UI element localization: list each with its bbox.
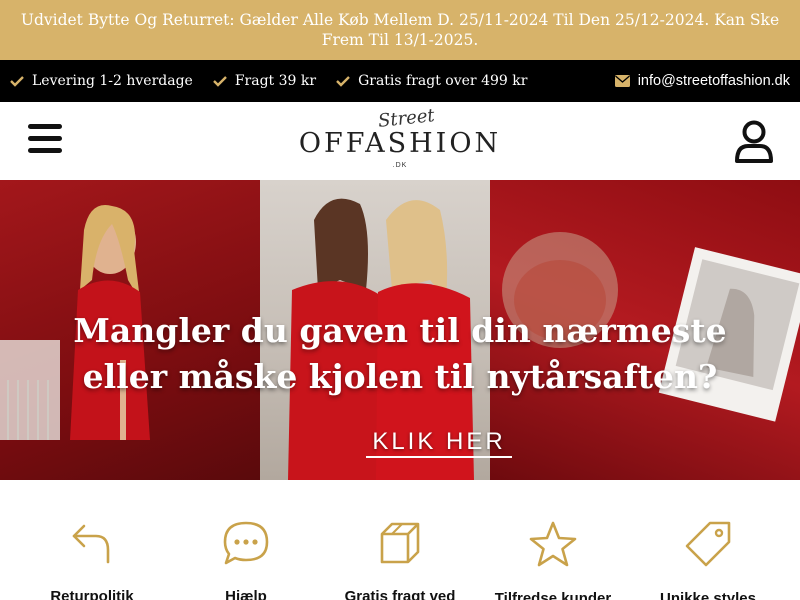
email-link[interactable]: info@streetoffashion.dk <box>614 73 790 89</box>
hero-banner[interactable]: Mangler du gaven til din nærmeste eller … <box>0 180 800 480</box>
usp-bar: Levering 1-2 hverdage Fragt 39 kr Gratis… <box>0 60 800 102</box>
announcement-bar: Udvidet Bytte Og Returret: Gælder Alle K… <box>0 0 800 60</box>
logo-main: OFFASHION <box>298 128 502 159</box>
mail-icon <box>614 75 630 87</box>
hero-headline-line2: eller måske kjolen til nytårsaften? <box>82 357 718 396</box>
feature-happy-customers[interactable]: Tilfredse kunder <box>477 520 629 600</box>
user-account-icon[interactable] <box>734 120 774 164</box>
return-icon <box>72 524 110 564</box>
chat-icon <box>223 521 269 565</box>
email-text: info@streetoffashion.dk <box>637 73 790 89</box>
check-icon <box>336 76 350 87</box>
logo-suffix: .DK <box>392 162 408 169</box>
feature-free-shipping[interactable]: Gratis fragt ved <box>324 520 476 600</box>
feature-label: Tilfredse kunder <box>494 590 612 600</box>
hero-cta-link[interactable]: KLIK HER <box>366 428 512 458</box>
features-row: Returpolitik Hjælp Gratis fragt ved Tilf… <box>0 480 800 600</box>
site-logo[interactable]: Street OFFASHION .DK <box>290 105 510 174</box>
tag-icon <box>685 521 731 567</box>
feature-help[interactable]: Hjælp <box>170 520 322 600</box>
check-icon <box>10 76 24 87</box>
usp-item-shipping: Fragt 39 kr <box>212 73 317 89</box>
hero-headline-line1: Mangler du gaven til din nærmeste <box>73 311 727 350</box>
announcement-text: Udvidet Bytte Og Returret: Gælder Alle K… <box>20 11 780 49</box>
star-icon <box>529 521 577 567</box>
hero-headline: Mangler du gaven til din nærmeste eller … <box>0 308 800 400</box>
usp-item-free-shipping: Gratis fragt over 499 kr <box>336 73 527 89</box>
feature-returns[interactable]: Returpolitik <box>16 520 168 600</box>
usp-item-delivery: Levering 1-2 hverdage <box>10 73 193 89</box>
feature-label: Unikke styles <box>660 590 756 600</box>
box-icon <box>380 522 420 564</box>
feature-label: Gratis fragt ved <box>344 588 456 600</box>
site-header: Street OFFASHION .DK <box>0 102 800 180</box>
hamburger-icon <box>28 124 62 129</box>
feature-unique-styles[interactable]: Unikke styles <box>632 520 784 600</box>
check-icon <box>212 76 227 87</box>
feature-label: Returpolitik <box>50 588 134 600</box>
menu-button[interactable] <box>28 124 64 158</box>
usp-label: Levering 1-2 hverdage <box>32 73 193 89</box>
usp-label: Gratis fragt over 499 kr <box>358 73 528 89</box>
usp-label: Fragt 39 kr <box>234 73 317 89</box>
feature-label: Hjælp <box>225 588 267 600</box>
